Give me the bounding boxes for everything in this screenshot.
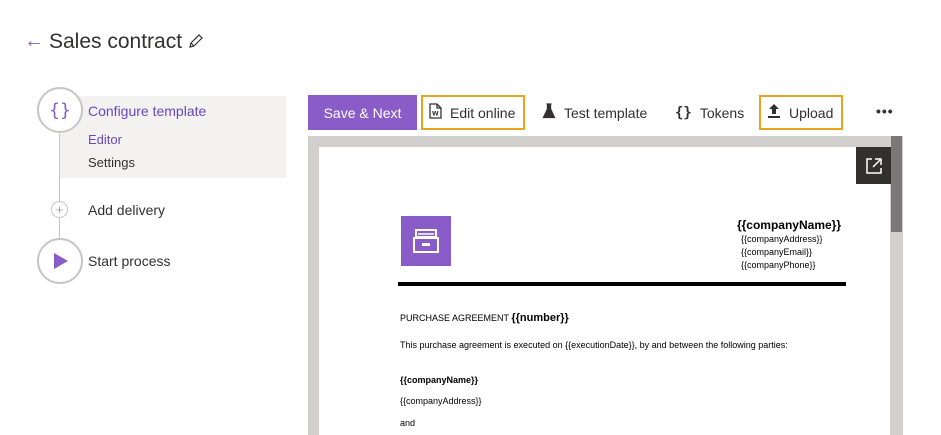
open-in-new-window-icon[interactable] bbox=[856, 147, 891, 184]
doc-agreement-heading-line: PURCHASE AGREEMENT {{number}} bbox=[400, 312, 569, 324]
word-document-icon: W bbox=[429, 103, 442, 122]
doc-and-text: and bbox=[400, 418, 416, 428]
edit-title-pencil-icon[interactable] bbox=[187, 32, 205, 50]
substep-editor[interactable]: Editor bbox=[88, 132, 122, 148]
doc-company-address: {{companyAddress}} bbox=[741, 234, 823, 244]
configure-template-step-icon[interactable]: {} bbox=[37, 87, 83, 133]
document-page bbox=[319, 147, 890, 435]
more-options-icon[interactable]: ••• bbox=[876, 103, 894, 119]
doc-company-phone: {{companyPhone}} bbox=[741, 260, 816, 270]
svg-text:W: W bbox=[432, 111, 439, 118]
page-title: Sales contract bbox=[49, 30, 183, 53]
upload-icon bbox=[767, 103, 781, 122]
edit-online-button[interactable]: W Edit online bbox=[421, 95, 525, 130]
step-start-process[interactable]: Start process bbox=[88, 252, 170, 270]
upload-button[interactable]: Upload bbox=[759, 95, 843, 130]
company-logo bbox=[401, 216, 451, 266]
doc-agreement-heading: PURCHASE AGREEMENT bbox=[400, 313, 509, 323]
doc-header-rule bbox=[398, 282, 846, 286]
doc-agreement-number: {{number}} bbox=[511, 312, 569, 324]
tokens-button[interactable]: {} Tokens bbox=[675, 95, 744, 130]
start-process-play-icon[interactable] bbox=[37, 238, 83, 284]
doc-intro-text: This purchase agreement is executed on {… bbox=[400, 340, 788, 350]
flask-icon bbox=[542, 103, 556, 122]
step-add-delivery[interactable]: Add delivery bbox=[88, 201, 165, 219]
upload-label: Upload bbox=[789, 104, 834, 121]
doc-party-address: {{companyAddress}} bbox=[400, 396, 482, 406]
save-next-button[interactable]: Save & Next bbox=[308, 95, 417, 130]
curly-braces-icon: {} bbox=[675, 104, 692, 121]
doc-company-email: {{companyEmail}} bbox=[741, 247, 813, 257]
substep-settings[interactable]: Settings bbox=[88, 155, 135, 171]
add-delivery-plus-icon[interactable]: + bbox=[51, 201, 68, 218]
preview-scrollbar-thumb[interactable] bbox=[891, 136, 902, 232]
test-template-label: Test template bbox=[564, 104, 648, 121]
tokens-label: Tokens bbox=[699, 104, 745, 121]
edit-online-label: Edit online bbox=[450, 104, 516, 121]
back-arrow-icon[interactable]: ← bbox=[24, 30, 44, 52]
test-template-button[interactable]: Test template bbox=[542, 95, 647, 130]
doc-party-name: {{companyName}} bbox=[400, 375, 479, 385]
step-configure-template[interactable]: Configure template bbox=[88, 102, 206, 120]
doc-company-name: {{companyName}} bbox=[736, 218, 841, 232]
